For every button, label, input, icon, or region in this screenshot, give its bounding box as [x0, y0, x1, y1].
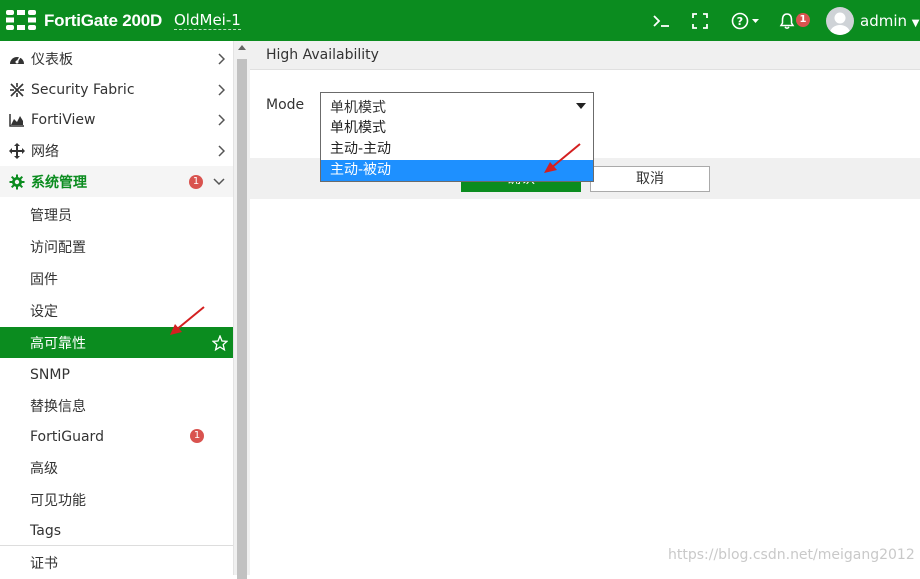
sidebar-item-fortiview[interactable]: FortiView — [0, 104, 233, 135]
svg-text:?: ? — [737, 15, 743, 28]
sidebar-subitem-label: 证书 — [30, 555, 58, 572]
chevron-right-icon — [217, 53, 225, 65]
status-badge: 1 — [189, 175, 203, 189]
status-badge: 1 — [190, 429, 204, 443]
sidebar-subitem-label: SNMP — [30, 366, 70, 383]
annotation-arrow-icon — [544, 143, 581, 173]
sidebar-subitem-snmp[interactable]: SNMP — [0, 359, 233, 390]
notification-badge: 1 — [796, 13, 810, 27]
sidebar-subitem-firmware[interactable]: 固件 — [0, 263, 233, 294]
sidebar-item-label: 网络 — [31, 143, 59, 160]
sidebar-subitem-label: 管理员 — [30, 207, 72, 224]
fabric-icon — [9, 82, 25, 98]
fullscreen-icon[interactable] — [692, 10, 708, 32]
top-bar: FortiGate 200D OldMei-1 ? 1 admin ▼ — [0, 0, 920, 41]
sidebar-subitem-certificates[interactable]: 证书 — [0, 547, 233, 578]
move-icon — [9, 142, 25, 159]
sidebar-subitem-advanced[interactable]: 高级 — [0, 452, 233, 483]
sidebar-item-system[interactable]: 系统管理 1 — [0, 166, 233, 197]
sidebar-subitem-feature-visibility[interactable]: 可见功能 — [0, 484, 233, 515]
scrollbar-thumb[interactable] — [237, 59, 247, 579]
user-avatar[interactable] — [826, 7, 854, 35]
star-icon[interactable] — [212, 335, 228, 351]
fortinet-logo-icon — [6, 10, 36, 30]
sidebar-subitem-label: Tags — [30, 522, 61, 539]
mode-select-value: 单机模式 — [330, 100, 386, 116]
main-content: High Availability Mode 确认 取消 单机模式 单机模式 主… — [250, 41, 920, 575]
chevron-right-icon — [217, 114, 225, 126]
sidebar-subitem-label: 替换信息 — [30, 398, 86, 415]
sidebar-subitem-label: FortiGuard — [30, 428, 104, 445]
sidebar-scrollbar[interactable] — [233, 41, 251, 579]
sidebar-item-label: 仪表板 — [31, 51, 73, 68]
notifications-icon[interactable]: 1 — [779, 10, 810, 32]
cli-console-icon[interactable] — [652, 10, 670, 32]
chevron-right-icon — [217, 145, 225, 157]
page-title: High Availability — [266, 47, 379, 63]
page-header: High Availability — [250, 41, 920, 70]
sidebar-subitem-access[interactable]: 访问配置 — [0, 231, 233, 262]
user-menu[interactable]: admin ▼ — [860, 12, 919, 30]
sidebar-item-network[interactable]: 网络 — [0, 135, 233, 166]
sidebar-subitem-label: 高级 — [30, 460, 58, 477]
sidebar-subitem-label: 设定 — [30, 303, 58, 320]
product-name: FortiGate 200D — [44, 11, 163, 30]
sidebar-item-label: 系统管理 — [31, 174, 87, 191]
mode-label: Mode — [266, 97, 305, 113]
sidebar-subitem-tags[interactable]: Tags — [0, 515, 233, 546]
help-icon[interactable]: ? — [731, 10, 761, 32]
sidebar-item-security-fabric[interactable]: Security Fabric — [0, 74, 233, 105]
chevron-down-icon: ▼ — [911, 18, 920, 29]
watermark: https://blog.csdn.net/meigang2012 — [668, 547, 915, 563]
sidebar: 仪表板 Security Fabric FortiView 网络 系统管理 1 … — [0, 41, 233, 575]
chevron-right-icon — [217, 84, 225, 96]
chevron-down-icon — [213, 178, 225, 186]
user-name: admin — [860, 12, 907, 30]
gear-icon — [9, 174, 25, 190]
sidebar-subitem-label: 可见功能 — [30, 492, 86, 509]
mode-select[interactable]: 单机模式 — [320, 92, 594, 119]
sidebar-subitem-label: 访问配置 — [30, 239, 86, 256]
chart-icon — [9, 113, 25, 127]
sidebar-subitem-label: 高可靠性 — [30, 335, 86, 352]
sidebar-item-label: FortiView — [31, 111, 96, 128]
dashboard-icon — [9, 52, 25, 66]
hostname-link[interactable]: OldMei-1 — [174, 11, 241, 30]
sidebar-subitem-admin[interactable]: 管理员 — [0, 199, 233, 230]
mode-option-standalone[interactable]: 单机模式 — [321, 118, 593, 139]
cancel-button[interactable]: 取消 — [590, 166, 710, 192]
scroll-up-icon[interactable] — [238, 45, 246, 50]
chevron-down-icon — [576, 103, 586, 109]
sidebar-subitem-fortiguard[interactable]: FortiGuard 1 — [0, 421, 233, 452]
annotation-arrow-icon — [170, 306, 205, 335]
divider — [0, 545, 233, 546]
sidebar-subitem-label: 固件 — [30, 271, 58, 288]
sidebar-item-label: Security Fabric — [31, 81, 135, 98]
sidebar-subitem-replacement-messages[interactable]: 替换信息 — [0, 390, 233, 421]
sidebar-item-dashboard[interactable]: 仪表板 — [0, 43, 233, 74]
